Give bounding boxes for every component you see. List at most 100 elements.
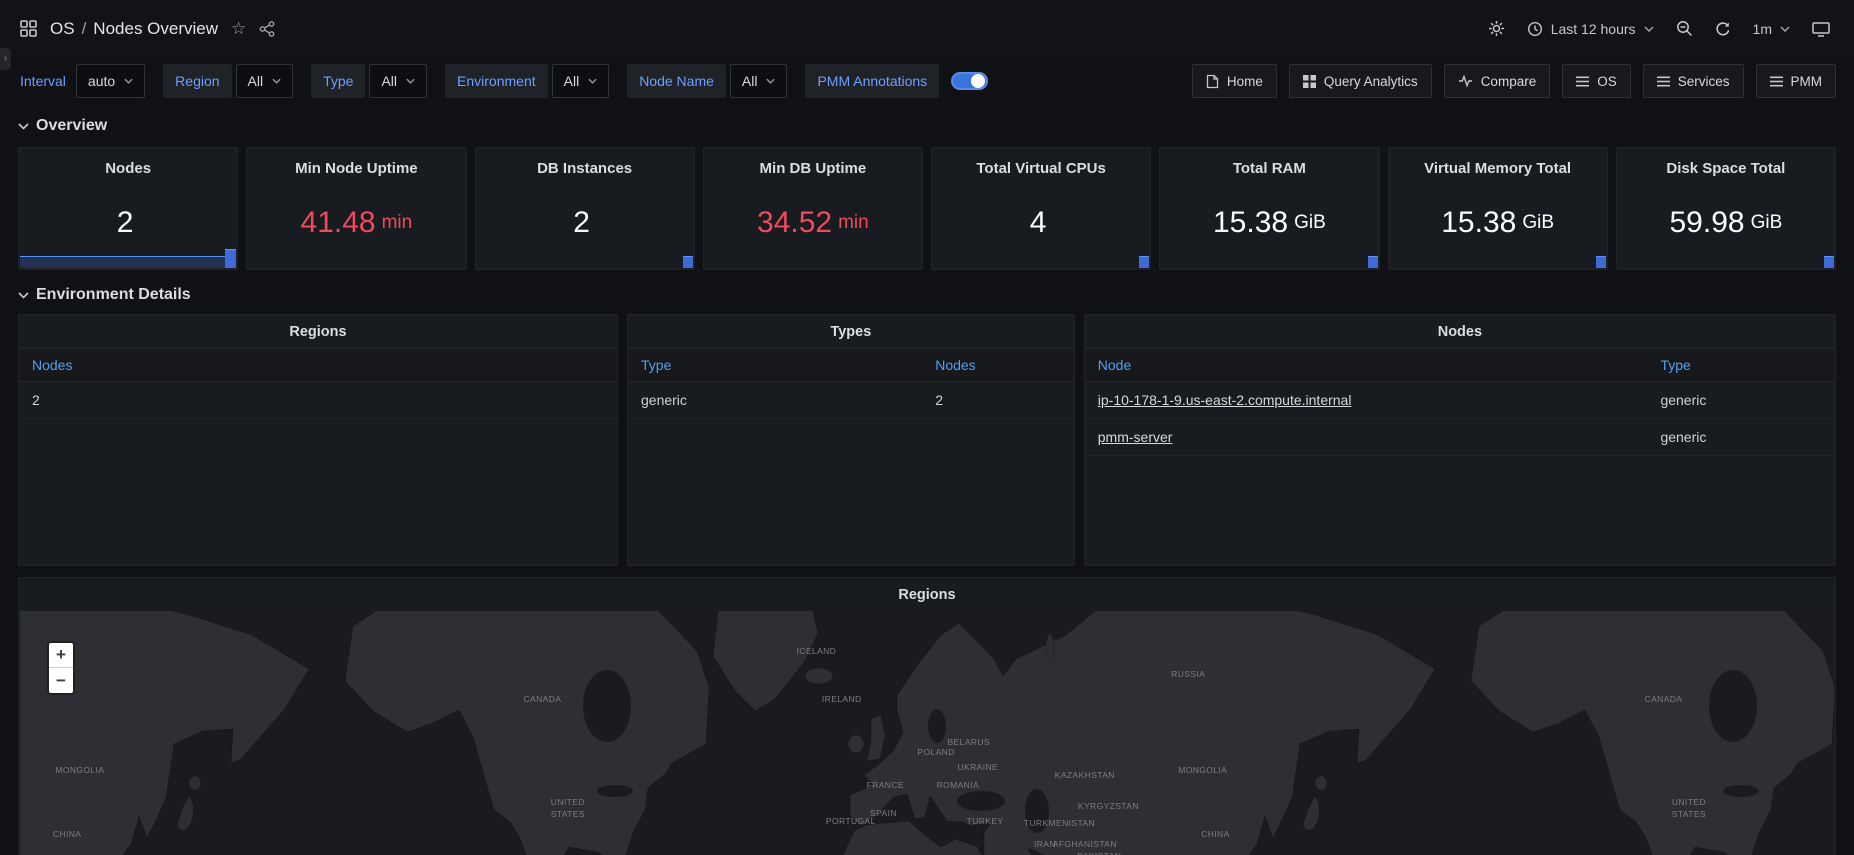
nodes-table-panel: Nodes Node Type ip-10-178-1-9.us-east-2.… <box>1084 314 1836 566</box>
time-range-picker[interactable]: Last 12 hours <box>1527 21 1654 37</box>
menu-bars-icon <box>1576 76 1589 87</box>
panel-title[interactable]: DB Instances <box>476 160 694 180</box>
map-zoom-control: + − <box>47 641 75 695</box>
panel-title[interactable]: Nodes <box>19 160 237 180</box>
stat-panel-total-virtual-cpus: Total Virtual CPUs 4 <box>931 147 1151 270</box>
compare-link-button[interactable]: Compare <box>1444 64 1551 98</box>
sidebar-expand-tab[interactable]: › <box>0 48 11 70</box>
column-header[interactable]: Nodes <box>922 349 1074 382</box>
panel-title[interactable]: Min DB Uptime <box>704 160 922 180</box>
variables-bar: Interval auto Region All Type All Enviro… <box>0 57 1854 107</box>
chevron-down-icon <box>588 78 597 84</box>
chevron-down-icon <box>766 78 775 84</box>
filter-interval-select[interactable]: auto <box>76 64 145 98</box>
table-row: pmm-server generic <box>1085 419 1835 456</box>
home-link-label: Home <box>1227 74 1263 89</box>
stat-value: 4 <box>1030 180 1053 269</box>
overview-stats-row: Nodes 2 Min Node Uptime 41.48min DB Inst… <box>0 143 1854 270</box>
map-country-label: IRELAND <box>822 694 862 706</box>
menu-bars-icon <box>1770 76 1783 87</box>
star-icon[interactable]: ☆ <box>231 20 246 37</box>
table-cell: 2 <box>922 382 1074 419</box>
breadcrumb-folder[interactable]: OS <box>50 19 75 39</box>
share-icon[interactable] <box>259 21 275 37</box>
dashboard-settings-button[interactable] <box>1488 20 1505 37</box>
pmm-annotations-toggle[interactable] <box>951 72 988 90</box>
sparkline-step <box>1596 256 1606 268</box>
panel-title[interactable]: Regions <box>19 315 617 348</box>
column-header[interactable]: Node <box>1085 349 1648 382</box>
filter-region-value: All <box>248 73 264 89</box>
stat-value: 41.48min <box>301 180 413 269</box>
map-country-label: KYRGYZSTAN <box>1078 801 1139 813</box>
time-range-label: Last 12 hours <box>1551 21 1636 37</box>
types-table: Type Nodes generic 2 <box>628 348 1074 419</box>
regions-table: Nodes 2 <box>19 348 617 419</box>
types-table-panel: Types Type Nodes generic 2 <box>627 314 1075 566</box>
filter-node-name-select[interactable]: All <box>730 64 788 98</box>
chevron-down-icon <box>124 78 133 84</box>
chevron-down-icon <box>406 78 415 84</box>
filter-region-select[interactable]: All <box>236 64 294 98</box>
panel-title[interactable]: Nodes <box>1085 315 1835 348</box>
panel-title[interactable]: Regions <box>19 578 1835 611</box>
zoom-out-button[interactable]: − <box>49 668 73 693</box>
breadcrumb-dashboard[interactable]: Nodes Overview <box>93 19 218 39</box>
table-cell: generic <box>1647 419 1835 456</box>
pmm-link-label: PMM <box>1791 74 1823 89</box>
tv-mode-button[interactable] <box>1812 21 1830 37</box>
filter-type-label: Type <box>311 64 365 98</box>
node-link[interactable]: pmm-server <box>1098 429 1173 445</box>
sparkline <box>20 256 225 268</box>
stat-panel-min-node-uptime: Min Node Uptime 41.48min <box>246 147 466 270</box>
node-link[interactable]: ip-10-178-1-9.us-east-2.compute.internal <box>1098 392 1352 408</box>
section-overview-toggle[interactable]: Overview <box>0 107 1854 143</box>
document-icon <box>1206 74 1219 89</box>
query-analytics-link-button[interactable]: Query Analytics <box>1289 64 1432 98</box>
panel-title[interactable]: Types <box>628 315 1074 348</box>
refresh-button[interactable] <box>1715 21 1731 37</box>
filter-region: Region All <box>163 64 293 98</box>
section-environment-toggle[interactable]: Environment Details <box>0 270 1854 312</box>
filter-interval-label: Interval <box>20 73 66 89</box>
top-navbar: OS / Nodes Overview ☆ Last 12 hours 1m <box>0 0 1854 57</box>
map-country-label: AFGHANISTAN <box>1053 839 1117 851</box>
zoom-in-button[interactable]: + <box>49 643 73 668</box>
column-header[interactable]: Nodes <box>19 349 617 382</box>
map-country-label: MONGOLIA <box>55 765 104 777</box>
stat-value: 2 <box>573 180 596 269</box>
services-link-button[interactable]: Services <box>1643 64 1744 98</box>
column-header[interactable]: Type <box>628 349 922 382</box>
breadcrumb: OS / Nodes Overview <box>50 19 218 39</box>
panel-title[interactable]: Virtual Memory Total <box>1389 160 1607 180</box>
filter-environment-select[interactable]: All <box>552 64 610 98</box>
panel-title[interactable]: Total RAM <box>1160 160 1378 180</box>
stat-value: 59.98GiB <box>1669 180 1782 269</box>
column-header[interactable]: Type <box>1647 349 1835 382</box>
map-country-label: POLAND <box>917 747 954 759</box>
panel-title[interactable]: Total Virtual CPUs <box>932 160 1150 180</box>
os-link-button[interactable]: OS <box>1562 64 1631 98</box>
refresh-interval-dropdown[interactable]: 1m <box>1753 21 1790 37</box>
world-map[interactable]: MONGOLIACHINACANADAUNITED STATESICELANDI… <box>20 611 1834 855</box>
pmm-annotations-group: PMM Annotations <box>805 64 988 98</box>
table-cell: generic <box>628 382 922 419</box>
clock-icon <box>1527 21 1543 37</box>
home-link-button[interactable]: Home <box>1192 64 1277 98</box>
grid-icon <box>1303 75 1316 88</box>
filter-type-select[interactable]: All <box>369 64 427 98</box>
filter-type: Type All <box>311 64 427 98</box>
pmm-annotations-label: PMM Annotations <box>805 64 939 98</box>
filter-node-name-value: All <box>742 73 758 89</box>
stat-value: 34.52min <box>757 180 869 269</box>
map-labels: MONGOLIACHINACANADAUNITED STATESICELANDI… <box>20 611 1834 855</box>
stat-panel-disk-space-total: Disk Space Total 59.98GiB <box>1616 147 1836 270</box>
environment-tables-row: Regions Nodes 2 Types Type Nodes generic <box>0 312 1854 566</box>
panel-title[interactable]: Min Node Uptime <box>247 160 465 180</box>
zoom-out-icon[interactable] <box>1676 20 1693 37</box>
pmm-link-button[interactable]: PMM <box>1756 64 1837 98</box>
regions-map-panel: Regions <box>18 577 1836 855</box>
stat-panel-total-ram: Total RAM 15.38GiB <box>1159 147 1379 270</box>
panel-title[interactable]: Disk Space Total <box>1617 160 1835 180</box>
filter-interval: Interval auto <box>20 64 145 98</box>
